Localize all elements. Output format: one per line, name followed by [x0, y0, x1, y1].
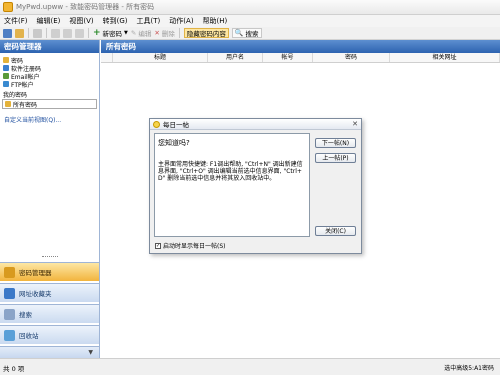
row-indicator-column — [101, 53, 113, 62]
toolbar-divider — [178, 28, 180, 38]
paste-icon[interactable] — [75, 28, 84, 38]
tree-item-label: FTP帐户 — [11, 81, 34, 89]
grid-header: 标题 用户名 帐号 密码 相关网址 — [101, 53, 500, 63]
delete-label: 删除 — [161, 30, 175, 38]
column-password[interactable]: 密码 — [313, 53, 390, 62]
column-account[interactable]: 帐号 — [263, 53, 313, 62]
ftp-icon — [3, 81, 9, 87]
checkbox-icon[interactable]: ✓ — [155, 242, 161, 249]
column-url[interactable]: 相关网址 — [390, 53, 500, 62]
search-button[interactable]: 🔍 搜索 — [231, 28, 262, 38]
cut-icon[interactable] — [51, 28, 60, 38]
menu-bar: 文件(F) 编辑(E) 视图(V) 转到(G) 工具(T) 动作(A) 帮助(H… — [0, 15, 500, 27]
main-title: 所有密码 — [101, 40, 500, 53]
status-bar: 共 0 项 选中高级5:A1密码 — [0, 358, 500, 375]
tree-item-ftp[interactable]: FTP帐户 — [3, 80, 34, 89]
toolbar: + 新密码 ▼ ✎ 编辑 ✕ 删除 隐藏密码内容 🔍 搜索 — [0, 27, 500, 40]
nav-password-manager[interactable]: 密码管理器 — [0, 262, 99, 281]
new-password-button[interactable]: + 新密码 ▼ — [93, 28, 128, 38]
key-icon — [4, 266, 15, 278]
toolbar-divider — [88, 28, 89, 38]
new-file-icon[interactable] — [3, 28, 12, 38]
software-icon — [3, 65, 9, 71]
nav-label: 密码管理器 — [19, 269, 52, 277]
hide-password-toggle[interactable]: 隐藏密码内容 — [183, 28, 229, 38]
sidebar-item-label: 所有密码 — [13, 101, 38, 109]
nav-search[interactable]: 搜索 — [0, 304, 99, 323]
nav-recycle-bin[interactable]: 回收站 — [0, 325, 99, 344]
edit-label: 编辑 — [138, 30, 152, 38]
tip-of-day-dialog: 每日一帖 ✕ 您知道吗? 主界面常用快捷键: F1调出帮助, "Ctrl+N" … — [149, 118, 362, 254]
key-icon — [3, 57, 9, 63]
custom-query-link[interactable]: 自定义当前视图(Q)... — [4, 115, 61, 124]
delete-button[interactable]: ✕ 删除 — [154, 28, 174, 38]
menu-file[interactable]: 文件(F) — [4, 16, 28, 26]
globe-icon — [4, 287, 15, 299]
hide-password-label: 隐藏密码内容 — [186, 30, 226, 38]
item-count: 共 0 项 — [3, 365, 25, 373]
search-icon — [4, 308, 15, 320]
column-title[interactable]: 标题 — [113, 53, 208, 62]
toolbar-divider — [46, 28, 47, 38]
delete-x-icon: ✕ — [154, 29, 160, 37]
chevron-down-icon[interactable]: ▼ — [124, 30, 128, 36]
nav-label: 回收站 — [19, 332, 39, 340]
plus-icon: + — [93, 28, 101, 38]
tip-panel: 您知道吗? 主界面常用快捷键: F1调出帮助, "Ctrl+N" 调出新建信息界… — [154, 133, 310, 237]
new-password-label: 新密码 — [102, 30, 123, 38]
lightbulb-icon — [153, 120, 160, 128]
search-label: 搜索 — [245, 30, 259, 38]
print-icon[interactable] — [33, 28, 42, 38]
close-button[interactable]: 关闭(C) — [315, 226, 356, 236]
show-on-startup-label: 启动时显示每日一帖(S) — [163, 243, 226, 250]
nav-overflow-bar[interactable]: ▼ — [0, 346, 99, 358]
sidebar-title: 密码管理器 — [0, 40, 99, 53]
dialog-title: 每日一帖 — [163, 121, 189, 129]
copy-icon[interactable] — [63, 28, 72, 38]
nav-label: 网址收藏夹 — [19, 290, 52, 298]
next-tip-button[interactable]: 下一帖(N) — [315, 138, 356, 148]
recycle-bin-icon — [4, 329, 15, 341]
app-logo-icon — [3, 2, 13, 12]
open-folder-icon[interactable] — [15, 28, 24, 38]
sidebar-item-all-passwords[interactable]: 所有密码 — [2, 99, 97, 109]
menu-view[interactable]: 视图(V) — [69, 16, 93, 26]
window-title: MyPwd.upww - 致能密码管理器 - 所有密码 — [16, 3, 155, 11]
my-passwords-label: 我的密码 — [3, 92, 28, 99]
email-icon — [3, 73, 9, 79]
menu-actions[interactable]: 动作(A) — [169, 16, 193, 26]
tip-text: 主界面常用快捷键: F1调出帮助, "Ctrl+N" 调出新建信息界面, "Ct… — [158, 161, 303, 182]
toolbar-divider — [28, 28, 29, 38]
chevron-down-icon[interactable]: ▼ — [88, 349, 93, 356]
menu-tools[interactable]: 工具(T) — [137, 16, 161, 26]
search-icon: 🔍 — [234, 29, 244, 37]
resize-grip[interactable] — [42, 256, 58, 259]
nav-bookmarks[interactable]: 网址收藏夹 — [0, 283, 99, 302]
menu-help[interactable]: 帮助(H) — [203, 16, 228, 26]
status-right: 选中高级5:A1密码 — [444, 365, 494, 372]
sidebar: 密码管理器 密码 软件注册码 Email帐户 FTP帐户 我的密码 所有密码 自… — [0, 40, 100, 358]
key-icon — [5, 101, 11, 107]
menu-edit[interactable]: 编辑(E) — [37, 16, 61, 26]
nav-label: 搜索 — [19, 311, 32, 319]
edit-button[interactable]: ✎ 编辑 — [131, 28, 151, 38]
menu-goto[interactable]: 转到(G) — [103, 16, 128, 26]
dialog-title-bar: 每日一帖 — [150, 119, 361, 130]
column-username[interactable]: 用户名 — [208, 53, 263, 62]
tip-heading: 您知道吗? — [158, 139, 190, 147]
close-icon[interactable]: ✕ — [352, 120, 358, 128]
show-on-startup-checkbox[interactable]: ✓ 启动时显示每日一帖(S) — [155, 241, 226, 250]
title-bar: MyPwd.upww - 致能密码管理器 - 所有密码 — [0, 0, 500, 15]
prev-tip-button[interactable]: 上一帖(P) — [315, 153, 356, 163]
pencil-icon: ✎ — [130, 29, 137, 37]
